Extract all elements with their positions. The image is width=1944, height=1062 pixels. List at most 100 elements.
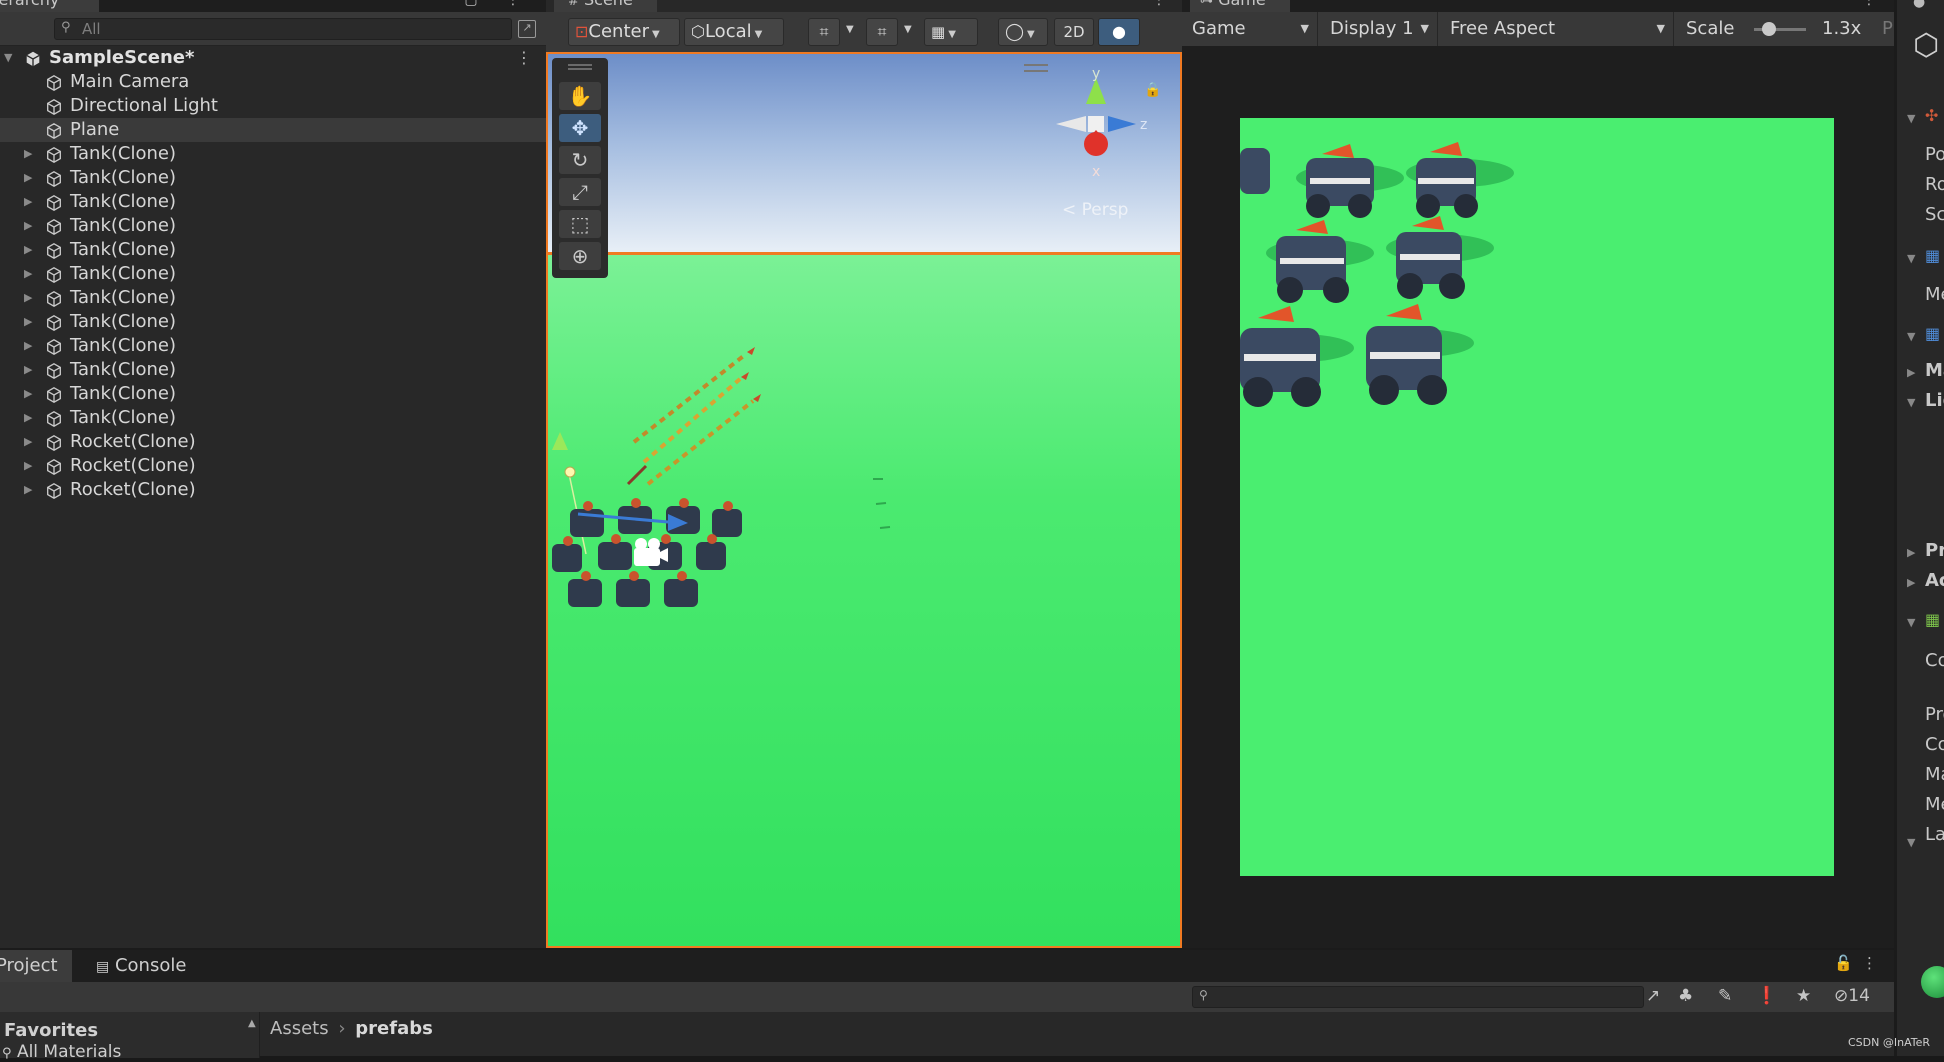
hierarchy-item[interactable]: Main Camera bbox=[0, 70, 546, 94]
inspector-row-label: Co bbox=[1925, 734, 1944, 755]
search-by-type-icon[interactable]: ↗ bbox=[1646, 986, 1660, 1006]
hierarchy-item[interactable]: Directional Light bbox=[0, 94, 546, 118]
scene-viewport[interactable]: ✋ ✥ ↻ ⤢ ⬚ ⊕ 🔒 y z x < Persp bbox=[546, 52, 1182, 948]
tab-console[interactable]: ▤ Console bbox=[84, 950, 198, 982]
hierarchy-item[interactable]: ▶ Tank(Clone) bbox=[0, 334, 546, 358]
gameobject-cube-icon bbox=[44, 410, 64, 428]
palette-grip[interactable] bbox=[568, 64, 592, 70]
game-viewport[interactable] bbox=[1240, 118, 1834, 876]
hierarchy-tab-menu-icon[interactable]: ▢ ⋮ bbox=[464, 0, 532, 8]
favorites-pane: Favorites ⚲ All Materials ▲ bbox=[0, 1012, 260, 1062]
hierarchy-item[interactable]: ▶ Tank(Clone) bbox=[0, 406, 546, 430]
aspect-dropdown[interactable]: Free Aspect ▼ bbox=[1440, 12, 1674, 46]
hierarchy-scene-row[interactable]: ▼ SampleScene* ⋮ bbox=[0, 46, 546, 70]
play-focused-dropdown[interactable]: P bbox=[1882, 12, 1893, 46]
hierarchy-item[interactable]: Plane bbox=[0, 118, 546, 142]
game-tab-menu-icon[interactable]: ⋮ bbox=[1862, 0, 1876, 8]
grid-snap-button[interactable]: ⌗ bbox=[808, 18, 840, 46]
hand-tool[interactable]: ✋ bbox=[559, 82, 601, 110]
pivot-rotation-dropdown[interactable]: ⬡Local ▼ bbox=[684, 18, 784, 46]
hierarchy-item[interactable]: ▶ Rocket(Clone) bbox=[0, 454, 546, 478]
scale-tool[interactable]: ⤢ bbox=[559, 178, 601, 206]
tab-hierarchy[interactable]: Hierarchy bbox=[0, 0, 100, 12]
search-by-type-icon[interactable]: ↗ bbox=[518, 20, 536, 38]
hierarchy-item[interactable]: ▶ Rocket(Clone) bbox=[0, 430, 546, 454]
chevron-down-icon[interactable]: ▼ bbox=[846, 24, 854, 35]
shading-mode-button[interactable]: ◯ ▼ bbox=[998, 18, 1048, 46]
aspect-label: Free Aspect bbox=[1450, 18, 1556, 39]
scroll-up-arrow-icon[interactable]: ▲ bbox=[248, 1018, 256, 1029]
expand-arrow-icon[interactable]: ▼ bbox=[4, 46, 12, 70]
move-tool[interactable]: ✥ bbox=[559, 114, 601, 142]
hierarchy-item[interactable]: ▶ Tank(Clone) bbox=[0, 142, 546, 166]
tab-game[interactable]: ⊶ Game bbox=[1190, 0, 1290, 12]
hierarchy-item[interactable]: ▶ Tank(Clone) bbox=[0, 190, 546, 214]
expand-arrow-icon[interactable]: ▶ bbox=[24, 310, 32, 334]
expand-arrow-icon[interactable]: ▶ bbox=[24, 406, 32, 430]
hierarchy-item[interactable]: ▶ Rocket(Clone) bbox=[0, 478, 546, 502]
hierarchy-item[interactable]: ▶ Tank(Clone) bbox=[0, 310, 546, 334]
project-search-input[interactable]: ⚲ bbox=[1192, 986, 1644, 1008]
filter-by-type-icon[interactable]: ♣ bbox=[1678, 986, 1693, 1006]
expand-arrow-icon[interactable]: ▶ bbox=[24, 454, 32, 478]
pivot-mode-dropdown[interactable]: ⊡Center ▼ bbox=[568, 18, 680, 46]
hierarchy-search-placeholder: All bbox=[82, 20, 101, 38]
hierarchy-item[interactable]: ▶ Tank(Clone) bbox=[0, 286, 546, 310]
favorites-heading[interactable]: Favorites bbox=[4, 1020, 98, 1041]
scene-tab-menu-icon[interactable]: ⋮ bbox=[1152, 0, 1166, 8]
expand-arrow-icon[interactable]: ▶ bbox=[24, 262, 32, 286]
chevron-down-icon[interactable]: ▼ bbox=[904, 24, 912, 35]
favorite-star-icon[interactable]: ★ bbox=[1796, 986, 1811, 1006]
game-view-mode-dropdown[interactable]: Game ▼ bbox=[1182, 12, 1318, 46]
hierarchy-item[interactable]: ▶ Tank(Clone) bbox=[0, 166, 546, 190]
expand-arrow-icon[interactable]: ▶ bbox=[24, 142, 32, 166]
lock-icon[interactable]: 🔓 bbox=[1834, 954, 1853, 972]
grid-icon: # bbox=[568, 0, 579, 9]
hierarchy-item[interactable]: ▶ Tank(Clone) bbox=[0, 382, 546, 406]
expand-arrow-icon[interactable]: ▶ bbox=[24, 478, 32, 502]
expand-arrow-icon[interactable]: ▶ bbox=[24, 190, 32, 214]
expand-arrow-icon[interactable]: ▶ bbox=[24, 166, 32, 190]
inspector-rows: Po Ro Sc Me Ma Lig Pr Ac Co Pro Co Ma Me La bbox=[1897, 0, 1944, 1056]
breadcrumb-prefabs[interactable]: prefabs bbox=[355, 1018, 433, 1039]
scene-overlay-menu-icon[interactable] bbox=[1024, 64, 1048, 72]
lighting-toggle-button[interactable]: ● bbox=[1098, 18, 1140, 46]
orientation-gizmo[interactable]: y z x bbox=[1048, 68, 1158, 188]
scale-slider-knob[interactable] bbox=[1762, 22, 1776, 36]
scene-menu-icon[interactable]: ⋮ bbox=[516, 46, 532, 70]
filter-by-label-icon[interactable]: ✎ bbox=[1718, 986, 1732, 1006]
hierarchy-item[interactable]: ▶ Tank(Clone) bbox=[0, 238, 546, 262]
tools-palette: ✋ ✥ ↻ ⤢ ⬚ ⊕ bbox=[552, 58, 608, 278]
expand-arrow-icon[interactable]: ▶ bbox=[24, 430, 32, 454]
hierarchy-item-label: Directional Light bbox=[70, 95, 218, 116]
project-tab-menu-icon[interactable]: ⋮ bbox=[1862, 954, 1877, 972]
grid-visibility-button[interactable]: ▦ ▼ bbox=[924, 18, 978, 46]
hierarchy-search-input[interactable]: ⚲ All bbox=[54, 18, 512, 40]
increment-snap-button[interactable]: ⌗ bbox=[866, 18, 898, 46]
expand-arrow-icon[interactable]: ▶ bbox=[24, 214, 32, 238]
favorites-item-all-materials[interactable]: ⚲ All Materials bbox=[2, 1042, 121, 1062]
hierarchy-item[interactable]: ▶ Tank(Clone) bbox=[0, 358, 546, 382]
toggle-2d-button[interactable]: 2D bbox=[1054, 18, 1094, 46]
log-warning-icon[interactable]: ❗ bbox=[1756, 986, 1777, 1006]
game-render bbox=[1240, 142, 1514, 407]
breadcrumb-assets[interactable]: Assets bbox=[270, 1018, 329, 1039]
inspector-row-label: Lig bbox=[1925, 390, 1944, 411]
hierarchy-item[interactable]: ▶ Tank(Clone) bbox=[0, 262, 546, 286]
expand-arrow-icon[interactable]: ▶ bbox=[24, 382, 32, 406]
search-icon: ⚲ bbox=[61, 20, 71, 35]
expand-arrow-icon[interactable]: ▶ bbox=[24, 358, 32, 382]
hidden-packages-icon[interactable]: ⊘14 bbox=[1834, 986, 1870, 1006]
persp-toggle-label[interactable]: < Persp bbox=[1062, 200, 1128, 220]
expand-arrow-icon[interactable]: ▶ bbox=[24, 286, 32, 310]
hierarchy-item[interactable]: ▶ Tank(Clone) bbox=[0, 214, 546, 238]
rotate-tool[interactable]: ↻ bbox=[559, 146, 601, 174]
gizmo-x-label: x bbox=[1092, 164, 1100, 180]
tab-project[interactable]: Project bbox=[0, 950, 72, 982]
rect-tool[interactable]: ⬚ bbox=[559, 210, 601, 238]
expand-arrow-icon[interactable]: ▶ bbox=[24, 238, 32, 262]
transform-tool[interactable]: ⊕ bbox=[559, 242, 601, 270]
expand-arrow-icon[interactable]: ▶ bbox=[24, 334, 32, 358]
display-dropdown[interactable]: Display 1 ▼ bbox=[1320, 12, 1438, 46]
tab-scene[interactable]: # Scene bbox=[554, 0, 657, 12]
